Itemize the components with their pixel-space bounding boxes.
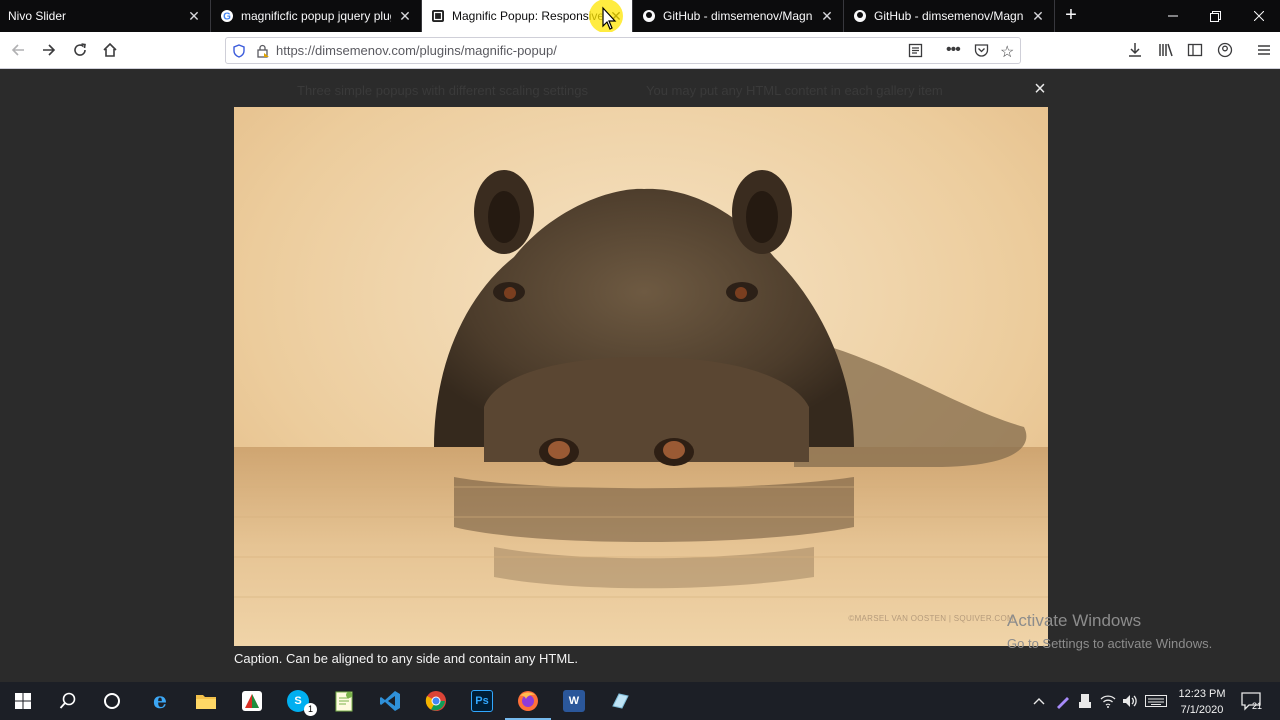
photo-credit: ©MARSEL VAN OOSTEN | SQUIVER.COM — [848, 614, 1014, 623]
system-clock[interactable]: 12:23 PM 7/1/2020 — [1168, 686, 1236, 718]
page-actions-icon[interactable]: ••• — [946, 41, 961, 59]
search-icon[interactable] — [53, 686, 83, 716]
chrome-icon[interactable] — [421, 686, 451, 716]
close-tab-icon[interactable]: ✕ — [1030, 8, 1046, 24]
tab-github-2[interactable]: GitHub - dimsemenov/Magnific ✕ — [844, 0, 1055, 32]
tab-label: GitHub - dimsemenov/Magnific — [663, 9, 813, 23]
new-tab-button[interactable]: + — [1055, 0, 1087, 32]
wifi-icon[interactable] — [1100, 682, 1116, 720]
tab-label: Magnific Popup: Responsive jQ — [452, 9, 602, 23]
pen-tray-icon[interactable] — [1055, 682, 1071, 720]
navigation-toolbar: https://dimsemenov.com/plugins/magnific-… — [0, 32, 1280, 69]
popup-image[interactable]: ©MARSEL VAN OOSTEN | SQUIVER.COM — [234, 107, 1048, 646]
show-hidden-icons[interactable] — [1033, 682, 1045, 720]
tab-github-1[interactable]: GitHub - dimsemenov/Magnific ✕ — [633, 0, 844, 32]
hippo-photo — [234, 107, 1048, 646]
file-explorer-icon[interactable] — [191, 686, 221, 716]
activate-windows-subtitle: Go to Settings to activate Windows. — [1007, 636, 1213, 651]
tab-google-search[interactable]: G magnificfic popup jquery plugin ✕ — [211, 0, 422, 32]
url-text[interactable]: https://dimsemenov.com/plugins/magnific-… — [276, 43, 557, 58]
clock-time: 12:23 PM — [1178, 688, 1226, 700]
github-icon — [641, 8, 657, 24]
skype-badge: 1 — [304, 703, 317, 716]
background-demo-link: You may put any HTML content in each gal… — [646, 83, 943, 98]
close-tab-icon[interactable]: ✕ — [397, 8, 413, 24]
minimize-icon[interactable] — [1151, 0, 1194, 32]
edge-browser-icon[interactable]: e — [145, 686, 175, 716]
address-bar[interactable]: https://dimsemenov.com/plugins/magnific-… — [225, 37, 1021, 64]
firefox-icon[interactable] — [505, 686, 551, 720]
app-icon-light-blue[interactable] — [605, 686, 635, 716]
popup-caption: Caption. Can be aligned to any side and … — [234, 651, 578, 666]
app-icon-red-green[interactable] — [237, 686, 267, 716]
notification-count: 21 — [1252, 701, 1263, 711]
reload-icon[interactable] — [66, 37, 94, 63]
forward-arrow-icon[interactable] — [35, 37, 63, 63]
close-tab-icon[interactable]: ✕ — [819, 8, 835, 24]
pocket-icon[interactable] — [974, 43, 989, 63]
close-tab-icon[interactable]: ✕ — [186, 8, 202, 24]
magnific-icon — [430, 8, 446, 24]
svg-text:G: G — [223, 12, 231, 23]
bookmark-star-icon[interactable]: ☆ — [1000, 42, 1014, 62]
tab-label: GitHub - dimsemenov/Magnific — [874, 9, 1024, 23]
notepad-plus-plus-icon[interactable] — [329, 686, 359, 716]
start-windows-icon[interactable] — [8, 686, 38, 716]
activate-windows-title: Activate Windows — [1007, 611, 1142, 630]
lock-warning-icon[interactable] — [256, 44, 270, 58]
downloads-icon[interactable] — [1121, 37, 1149, 63]
clock-date: 7/1/2020 — [1180, 704, 1224, 716]
reader-view-icon[interactable] — [908, 43, 923, 63]
back-arrow-icon[interactable] — [4, 37, 32, 63]
volume-icon[interactable] — [1122, 682, 1140, 720]
tab-nivo-slider[interactable]: Nivo Slider ✕ — [0, 0, 211, 32]
action-center-icon[interactable]: 21 — [1241, 682, 1263, 720]
keyboard-icon[interactable] — [1145, 682, 1167, 720]
sidebar-icon[interactable] — [1181, 37, 1209, 63]
skype-icon[interactable]: S 1 — [283, 686, 317, 716]
account-icon[interactable] — [1211, 37, 1239, 63]
hamburger-menu-icon[interactable] — [1250, 37, 1278, 63]
tab-magnific-popup[interactable]: Magnific Popup: Responsive jQ ✕ — [422, 0, 633, 33]
close-popup-button[interactable]: × — [1030, 79, 1050, 99]
cortana-icon[interactable] — [97, 686, 127, 716]
mouse-pointer-icon — [586, 0, 626, 36]
library-icon[interactable] — [1152, 37, 1180, 63]
word-icon[interactable]: W — [559, 686, 589, 716]
photoshop-icon[interactable]: Ps — [467, 686, 497, 716]
window-controls — [1151, 0, 1280, 32]
google-icon: G — [219, 8, 235, 24]
usb-tray-icon[interactable] — [1078, 682, 1092, 720]
background-demo-link: Three simple popups with different scali… — [297, 83, 588, 98]
tab-label: magnificfic popup jquery plugin — [241, 9, 391, 23]
tab-strip: Nivo Slider ✕ G magnificfic popup jquery… — [0, 0, 1280, 33]
github-icon — [852, 8, 868, 24]
shield-icon[interactable] — [232, 43, 246, 58]
windows-taskbar: e S 1 Ps W 12:23 PM 7/1/2020 21 — [0, 682, 1280, 720]
restore-icon[interactable] — [1194, 0, 1237, 32]
close-window-icon[interactable] — [1237, 0, 1280, 32]
home-icon[interactable] — [96, 37, 124, 63]
tab-label: Nivo Slider — [8, 9, 67, 23]
lightbox-overlay[interactable]: Three simple popups with different scali… — [0, 70, 1280, 682]
vscode-icon[interactable] — [375, 686, 405, 716]
